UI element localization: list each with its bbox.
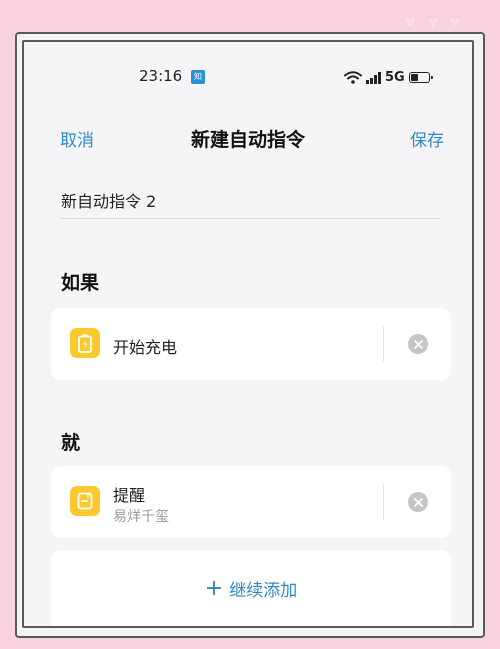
trigger-title: 开始充电	[113, 338, 178, 357]
if-section-label: 如果	[61, 272, 100, 294]
battery-charging-icon	[70, 328, 100, 358]
battery-icon	[408, 72, 433, 83]
status-bar: 23:16 知 5G	[24, 67, 472, 87]
remove-action-button[interactable]	[408, 492, 428, 512]
heart-icon: ♥	[426, 14, 440, 32]
navigation-bar: 取消 新建自动指令 保存	[24, 126, 472, 152]
heart-icon: ♥	[403, 14, 418, 32]
phone-screen: 23:16 知 5G 取消 新建自动指令 保存 如果	[22, 40, 474, 628]
action-subtitle: 易烊千玺	[113, 509, 169, 525]
heart-icon: ♥	[448, 14, 462, 32]
action-card[interactable]: 提醒 易烊千玺	[51, 466, 451, 538]
trigger-card[interactable]: 开始充电	[51, 308, 451, 380]
add-more-label: 继续添加	[229, 581, 298, 601]
action-title: 提醒	[113, 486, 146, 505]
network-type: 5G	[385, 70, 405, 85]
remove-trigger-button[interactable]	[408, 334, 428, 354]
plus-icon: +	[204, 575, 224, 601]
wifi-icon	[344, 71, 362, 84]
close-icon	[413, 339, 423, 349]
then-section-label: 就	[61, 432, 81, 454]
decorative-hearts: ♥ ♥ ♥	[404, 16, 462, 31]
add-more-content: + 继续添加	[205, 576, 297, 601]
save-button[interactable]: 保存	[410, 126, 444, 151]
automation-name-input[interactable]	[61, 182, 441, 219]
status-indicators: 5G	[344, 70, 433, 85]
close-icon	[413, 497, 423, 507]
add-more-button[interactable]: + 继续添加	[51, 550, 451, 626]
cellular-signal-icon	[366, 71, 381, 84]
reminder-icon	[70, 486, 100, 516]
divider	[383, 484, 384, 520]
status-time: 23:16	[139, 67, 183, 85]
battery-level-fill	[410, 74, 418, 81]
divider	[383, 326, 384, 362]
app-notification-badge: 知	[191, 70, 205, 84]
page-title: 新建自动指令	[190, 129, 305, 151]
